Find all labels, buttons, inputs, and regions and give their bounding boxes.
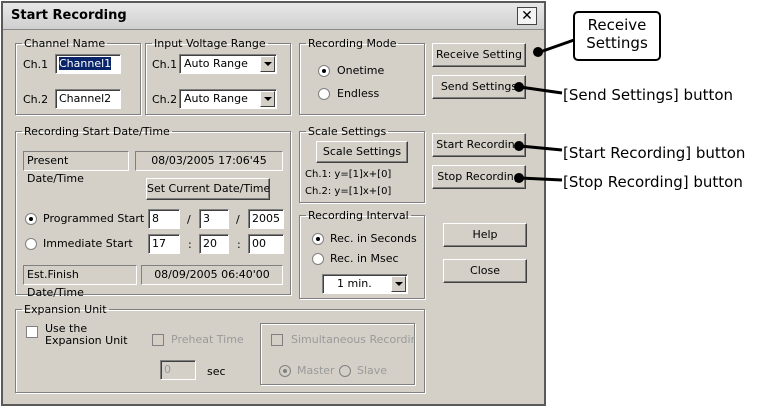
send-settings-annotation: [Send Settings] button [563, 86, 734, 104]
stop-pointer-dot [514, 173, 524, 183]
send-pointer-dot [514, 82, 524, 92]
annotation-lines [519, 38, 575, 182]
receive-callout-line-2: Settings [586, 34, 648, 52]
start-recording-annotation: [Start Recording] button [563, 144, 746, 162]
receive-pointer-dot [533, 47, 543, 57]
receive-settings-callout: Receive Settings [573, 11, 661, 61]
receive-callout-line-1: Receive [587, 16, 647, 34]
stop-leader-line [519, 176, 563, 182]
send-leader-line [519, 85, 563, 95]
start-leader-line [519, 144, 563, 152]
stop-recording-annotation: [Stop Recording] button [563, 173, 743, 191]
start-pointer-dot [514, 141, 524, 151]
receive-leader-line [539, 38, 575, 54]
